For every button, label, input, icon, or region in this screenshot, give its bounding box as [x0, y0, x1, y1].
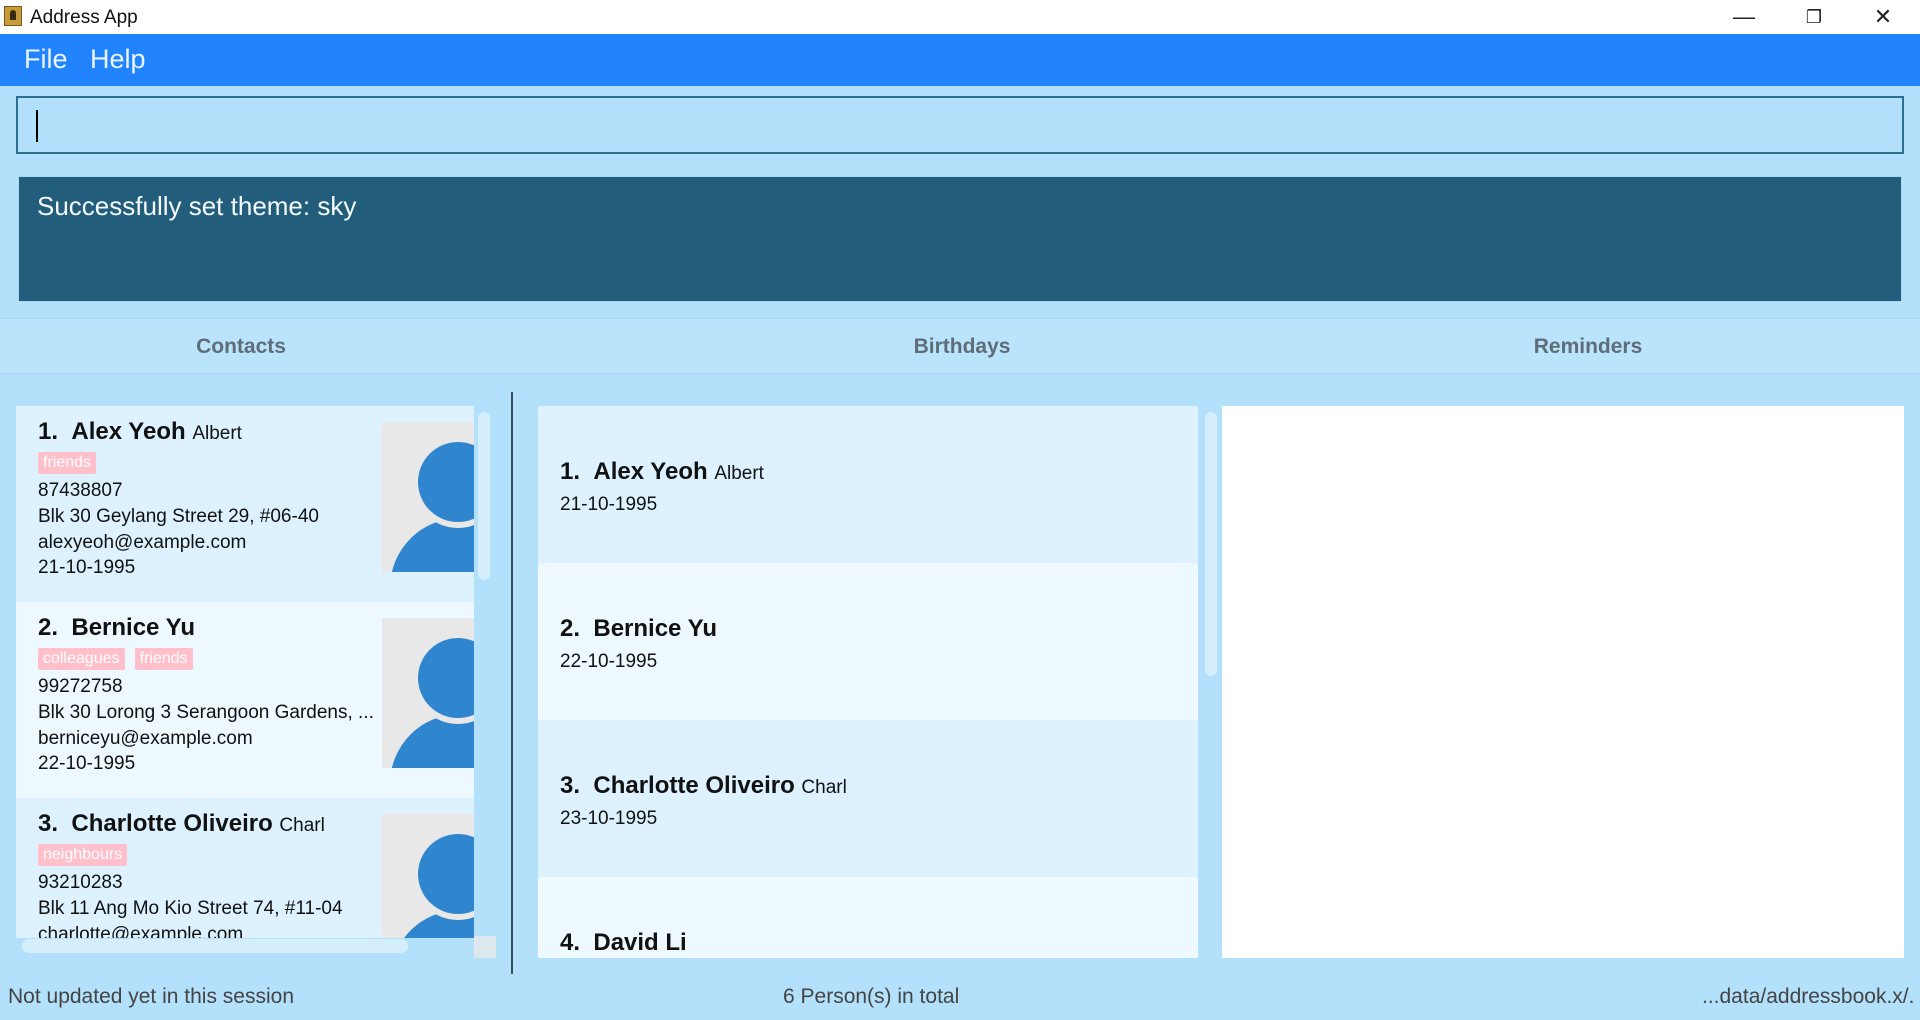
text-caret: [36, 110, 38, 142]
birthdays-header: Birthdays: [913, 335, 1011, 358]
status-bar: Not updated yet in this session 6 Person…: [0, 975, 1920, 1020]
avatar: [382, 618, 474, 768]
birthday-name-row: 3. Charlotte Oliveiro Charl: [560, 772, 847, 800]
birthday-name-row: 1. Alex Yeoh Albert: [560, 458, 764, 486]
contact-address: Blk 30 Geylang Street 29, #06-40: [38, 506, 319, 527]
contact-birthday: 21-10-1995: [38, 557, 136, 578]
minimize-icon[interactable]: —: [1709, 0, 1779, 34]
contact-index: 2.: [38, 614, 59, 641]
contacts-list[interactable]: 1. Alex Yeoh Albert friends 87438807 Blk…: [16, 406, 474, 938]
birthday-nickname: Albert: [714, 463, 764, 484]
sync-status: Not updated yet in this session: [8, 985, 295, 1008]
panel-divider[interactable]: [511, 392, 513, 974]
contact-birthday: 22-10-1995: [38, 753, 136, 774]
contact-address: Blk 11 Ang Mo Kio Street 74, #11-04: [38, 898, 343, 919]
result-text: Successfully set theme: sky: [37, 191, 357, 221]
contact-nickname: Albert: [192, 423, 242, 444]
birthday-name: David Li: [593, 929, 687, 956]
contact-name: Bernice Yu: [71, 614, 195, 641]
command-input[interactable]: [18, 98, 1902, 152]
tag-list: colleagues friends: [38, 648, 193, 670]
birthday-nickname: Charl: [801, 777, 847, 798]
command-box: [16, 96, 1904, 154]
birthday-index: 2.: [560, 615, 581, 642]
contact-name: Alex Yeoh: [71, 418, 186, 445]
contact-phone: 99272758: [38, 676, 123, 697]
contact-phone: 87438807: [38, 480, 123, 501]
tag: colleagues: [38, 648, 125, 670]
scroll-corner: [474, 936, 496, 958]
contact-name-row: 2. Bernice Yu: [38, 614, 195, 642]
birthday-card[interactable]: 1. Alex Yeoh Albert 21-10-1995: [538, 406, 1198, 563]
tag-list: friends: [38, 452, 97, 474]
birthday-card[interactable]: 2. Bernice Yu 22-10-1995: [538, 563, 1198, 720]
contacts-horizontal-scroll-thumb[interactable]: [22, 939, 408, 953]
tag: friends: [38, 452, 97, 474]
birthday-name-row: 2. Bernice Yu: [560, 615, 717, 643]
avatar: [382, 422, 474, 572]
tag: neighbours: [38, 844, 128, 866]
birthday-name: Bernice Yu: [593, 615, 717, 642]
contact-phone: 93210283: [38, 872, 123, 893]
person-count: 6 Person(s) in total: [783, 985, 960, 1008]
contact-email: berniceyu@example.com: [38, 728, 253, 749]
contact-name-row: 3. Charlotte Oliveiro Charl: [38, 810, 325, 838]
maximize-icon[interactable]: ❐: [1779, 0, 1849, 34]
avatar: [382, 814, 474, 938]
contact-email: alexyeoh@example.com: [38, 532, 247, 553]
window-title: Address App: [30, 7, 138, 28]
contacts-header: Contacts: [196, 335, 286, 358]
menu-bar: File Help: [0, 34, 1920, 86]
tag-list: neighbours: [38, 844, 128, 866]
birthday-date: 23-10-1995: [560, 808, 658, 829]
birthday-date: 22-10-1995: [560, 651, 658, 672]
birthday-name: Alex Yeoh: [593, 458, 708, 485]
contact-address: Blk 30 Lorong 3 Serangoon Gardens, ...: [38, 702, 374, 723]
contact-email: charlotte@example.com: [38, 924, 244, 938]
birthday-name: Charlotte Oliveiro: [593, 772, 795, 799]
contact-card[interactable]: 2. Bernice Yu colleagues friends 9927275…: [16, 602, 474, 798]
result-display: Successfully set theme: sky: [18, 176, 1902, 302]
contact-name: Charlotte Oliveiro: [71, 810, 273, 837]
birthday-card[interactable]: 4. David Li: [538, 877, 1198, 958]
contact-index: 3.: [38, 810, 59, 837]
birthday-name-row: 4. David Li: [560, 929, 687, 957]
panel-headers: Contacts Birthdays Reminders: [0, 318, 1920, 374]
save-location: ...data/addressbook.x/.: [1702, 985, 1915, 1008]
menu-file[interactable]: File: [24, 44, 68, 75]
contact-card[interactable]: 1. Alex Yeoh Albert friends 87438807 Blk…: [16, 406, 474, 602]
birthdays-list[interactable]: 1. Alex Yeoh Albert 21-10-1995 2. Bernic…: [538, 406, 1198, 958]
contacts-scroll-thumb[interactable]: [478, 412, 490, 580]
birthday-index: 3.: [560, 772, 581, 799]
birthday-index: 1.: [560, 458, 581, 485]
birthday-date: 21-10-1995: [560, 494, 658, 515]
title-bar: Address App — ❐ ✕: [0, 0, 1920, 34]
contact-nickname: Charl: [279, 815, 325, 836]
contact-name-row: 1. Alex Yeoh Albert: [38, 418, 242, 446]
tag: friends: [134, 648, 193, 670]
close-icon[interactable]: ✕: [1848, 0, 1918, 34]
birthdays-scroll-thumb[interactable]: [1205, 412, 1217, 676]
contact-index: 1.: [38, 418, 59, 445]
reminders-panel[interactable]: [1222, 406, 1904, 958]
app-icon: [4, 6, 22, 26]
reminders-header: Reminders: [1533, 335, 1643, 358]
contact-card[interactable]: 3. Charlotte Oliveiro Charl neighbours 9…: [16, 798, 474, 938]
menu-help[interactable]: Help: [90, 44, 146, 75]
birthday-index: 4.: [560, 929, 581, 956]
birthday-card[interactable]: 3. Charlotte Oliveiro Charl 23-10-1995: [538, 720, 1198, 877]
